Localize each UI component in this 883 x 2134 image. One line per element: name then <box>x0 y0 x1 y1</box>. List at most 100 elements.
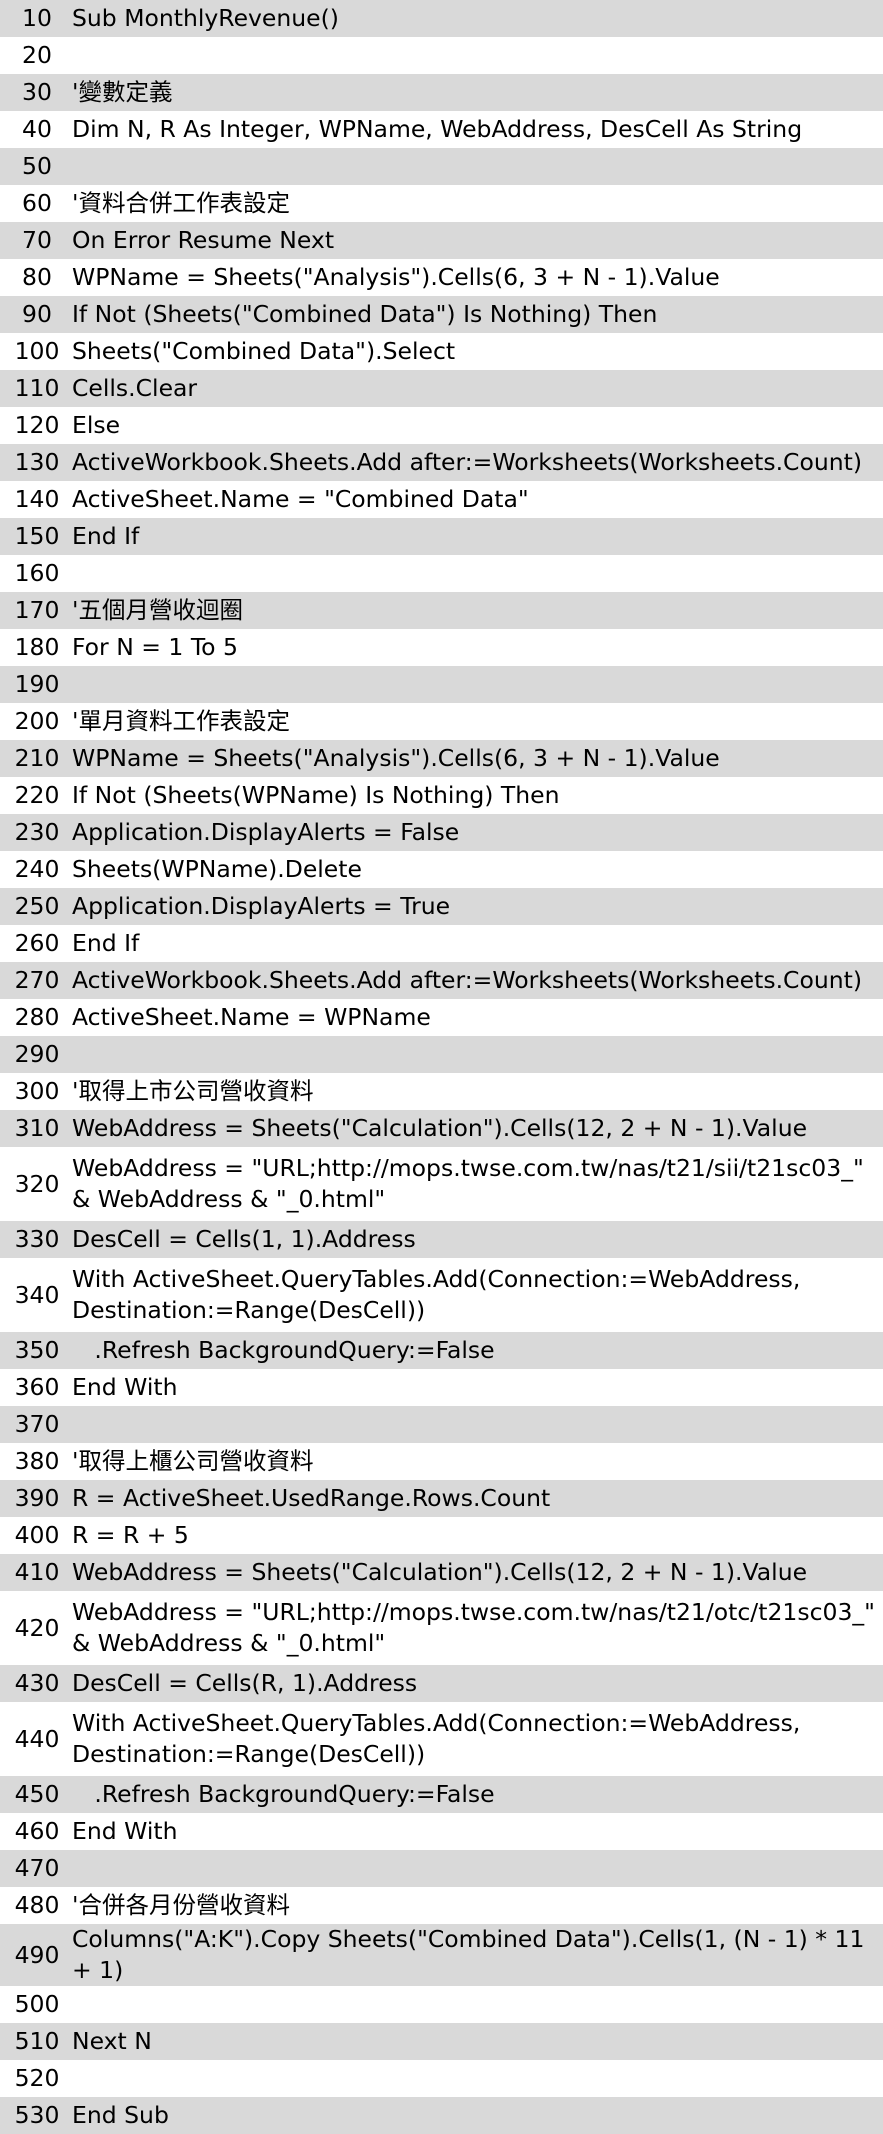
line-number: 130 <box>14 448 60 476</box>
line-number: 260 <box>14 929 60 957</box>
code-line: 230 Application.DisplayAlerts = False <box>0 814 883 851</box>
line-number: 230 <box>14 818 60 846</box>
line-number: 140 <box>14 485 60 513</box>
line-number: 490 <box>14 1940 60 1969</box>
line-number: 180 <box>14 633 60 661</box>
code-line: 90 If Not (Sheets("Combined Data") Is Not… <box>0 296 883 333</box>
line-number: 80 <box>22 263 52 291</box>
line-number: 420 <box>14 1613 60 1642</box>
line-code: WPName = Sheets("Analysis").Cells(6, 3 +… <box>72 263 720 291</box>
code-line: 420 WebAddress = "URL;http://mops.twse.co… <box>0 1591 883 1665</box>
line-code: WebAddress = Sheets("Calculation").Cells… <box>72 1558 808 1586</box>
code-line: 280 ActiveSheet.Name = WPName <box>0 999 883 1036</box>
line-code: '資料合併工作表設定 <box>72 189 290 217</box>
line-number: 30 <box>22 78 52 106</box>
line-code: Sheets(WPName).Delete <box>72 855 362 883</box>
line-number: 470 <box>14 1854 60 1882</box>
code-line: 470 <box>0 1850 883 1887</box>
code-line: 220 If Not (Sheets(WPName) Is Nothing) Th… <box>0 777 883 814</box>
line-number: 450 <box>14 1780 60 1808</box>
code-line: 10 Sub MonthlyRevenue() <box>0 0 883 37</box>
code-line: 380 '取得上櫃公司營收資料 <box>0 1443 883 1480</box>
line-code: End If <box>72 929 140 957</box>
line-code: End With <box>72 1373 178 1401</box>
line-code: R = R + 5 <box>72 1521 189 1549</box>
line-number: 70 <box>22 226 52 254</box>
line-code: Application.DisplayAlerts = False <box>72 818 460 846</box>
code-line: 520 <box>0 2060 883 2097</box>
line-code: WebAddress = "URL;http://mops.twse.com.t… <box>72 1598 883 1657</box>
line-number: 300 <box>14 1077 60 1105</box>
code-line: 30 '變數定義 <box>0 74 883 111</box>
line-code: WebAddress = Sheets("Calculation").Cells… <box>72 1114 808 1142</box>
line-code: End If <box>72 522 140 550</box>
code-line: 140 ActiveSheet.Name = "Combined Data" <box>0 481 883 518</box>
line-code: If Not (Sheets("Combined Data") Is Nothi… <box>72 300 658 328</box>
code-line: 130 ActiveWorkbook.Sheets.Add after:=Work… <box>0 444 883 481</box>
line-code: ActiveWorkbook.Sheets.Add after:=Workshe… <box>72 966 862 994</box>
line-number: 370 <box>14 1410 60 1438</box>
code-line: 430 DesCell = Cells(R, 1).Address <box>0 1665 883 1702</box>
line-number: 500 <box>14 1990 60 2018</box>
code-line: 150 End If <box>0 518 883 555</box>
line-code: '取得上櫃公司營收資料 <box>72 1447 314 1475</box>
line-number: 320 <box>14 1169 60 1198</box>
code-line: 120 Else <box>0 407 883 444</box>
line-code: '五個月營收迴圈 <box>72 596 243 624</box>
code-line: 450 .Refresh BackgroundQuery:=False <box>0 1776 883 1813</box>
line-code: With ActiveSheet.QueryTables.Add(Connect… <box>72 1709 808 1768</box>
line-code: ActiveSheet.Name = "Combined Data" <box>72 485 529 513</box>
line-number: 410 <box>14 1558 60 1586</box>
line-code: WebAddress = "URL;http://mops.twse.com.t… <box>72 1154 872 1213</box>
line-number: 50 <box>22 152 52 180</box>
code-line: 400 R = R + 5 <box>0 1517 883 1554</box>
code-line: 330 DesCell = Cells(1, 1).Address <box>0 1221 883 1258</box>
line-number: 220 <box>14 781 60 809</box>
line-code <box>72 2060 883 2097</box>
line-code <box>72 1406 883 1443</box>
code-line: 80 WPName = Sheets("Analysis").Cells(6, 3… <box>0 259 883 296</box>
line-number: 120 <box>14 411 60 439</box>
line-code <box>72 555 883 592</box>
code-line: 370 <box>0 1406 883 1443</box>
code-line: 340 With ActiveSheet.QueryTables.Add(Conn… <box>0 1258 883 1332</box>
line-code: Sub MonthlyRevenue() <box>72 4 339 32</box>
line-number: 390 <box>14 1484 60 1512</box>
line-code: '取得上市公司營收資料 <box>72 1077 314 1105</box>
line-number: 100 <box>14 337 60 365</box>
code-line: 50 <box>0 148 883 185</box>
line-number: 310 <box>14 1114 60 1142</box>
code-line: 180 For N = 1 To 5 <box>0 629 883 666</box>
code-line: 100 Sheets("Combined Data").Select <box>0 333 883 370</box>
code-line: 440 With ActiveSheet.QueryTables.Add(Conn… <box>0 1702 883 1776</box>
line-number: 520 <box>14 2064 60 2092</box>
line-code: Else <box>72 411 121 439</box>
line-number: 510 <box>14 2027 60 2055</box>
line-number: 400 <box>14 1521 60 1549</box>
code-line: 160 <box>0 555 883 592</box>
line-code <box>72 1986 883 2023</box>
line-number: 350 <box>14 1336 60 1364</box>
line-code: R = ActiveSheet.UsedRange.Rows.Count <box>72 1484 551 1512</box>
line-number: 480 <box>14 1891 60 1919</box>
line-code: End With <box>72 1817 178 1845</box>
line-code: .Refresh BackgroundQuery:=False <box>72 1336 495 1364</box>
line-code: '變數定義 <box>72 78 173 106</box>
line-number: 210 <box>14 744 60 772</box>
line-number: 10 <box>22 4 52 32</box>
code-line: 190 <box>0 666 883 703</box>
code-line: 210 WPName = Sheets("Analysis").Cells(6, … <box>0 740 883 777</box>
line-code: DesCell = Cells(1, 1).Address <box>72 1225 416 1253</box>
line-code: On Error Resume Next <box>72 226 335 254</box>
line-number: 190 <box>14 670 60 698</box>
line-number: 380 <box>14 1447 60 1475</box>
code-line: 480 '合併各月份營收資料 <box>0 1887 883 1924</box>
code-line: 350 .Refresh BackgroundQuery:=False <box>0 1332 883 1369</box>
line-number: 340 <box>14 1280 60 1309</box>
code-line: 70 On Error Resume Next <box>0 222 883 259</box>
line-code: '合併各月份營收資料 <box>72 1891 290 1919</box>
line-code: Next N <box>72 2027 152 2055</box>
line-number: 430 <box>14 1669 60 1697</box>
code-line: 310 WebAddress = Sheets("Calculation").Ce… <box>0 1110 883 1147</box>
line-number: 150 <box>14 522 60 550</box>
